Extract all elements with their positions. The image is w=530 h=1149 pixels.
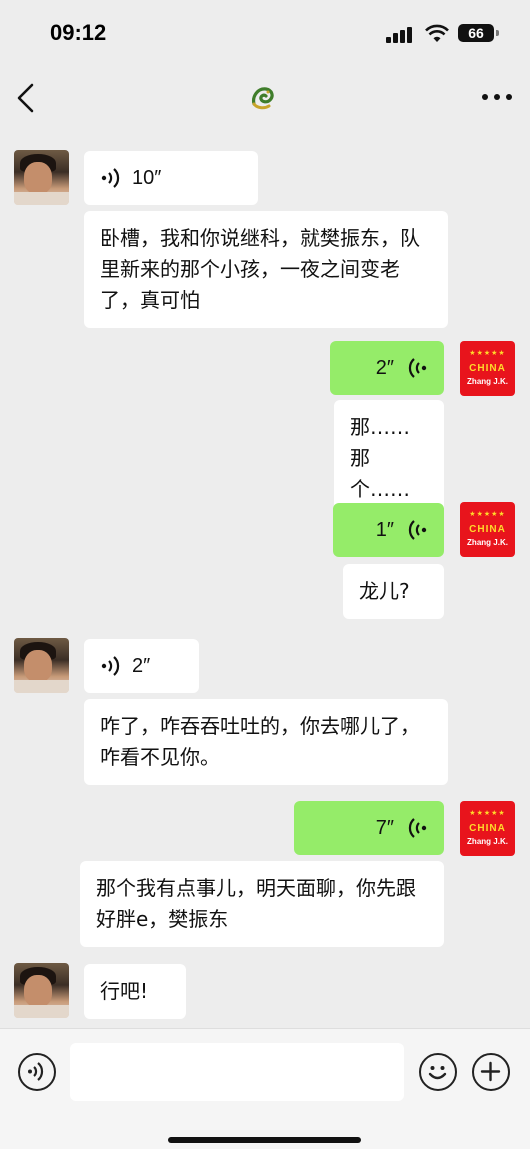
voice-wave-icon bbox=[101, 168, 120, 188]
voice-message[interactable]: 2″ bbox=[330, 341, 444, 395]
smiley-icon bbox=[428, 1066, 447, 1080]
voice-message[interactable]: 7″ bbox=[294, 801, 444, 855]
cellular-signal-icon bbox=[386, 27, 412, 43]
emoji-button[interactable] bbox=[419, 1053, 457, 1091]
text-message[interactable]: 那…… 那个…… bbox=[334, 400, 444, 517]
text-message[interactable]: 卧槽，我和你说继科，就樊振东，队里新来的那个小孩，一夜之间变老了，真可怕 bbox=[84, 211, 448, 328]
voice-duration: 10″ bbox=[132, 166, 162, 189]
message-input[interactable] bbox=[70, 1043, 404, 1101]
self-avatar[interactable]: ★★★★★ CHINA Zhang J.K. bbox=[460, 502, 515, 557]
ellipsis-icon[interactable] bbox=[480, 90, 514, 104]
text-message[interactable]: 行吧! bbox=[84, 964, 186, 1019]
wifi-icon bbox=[425, 24, 449, 42]
contact-avatar[interactable] bbox=[14, 638, 69, 693]
voice-duration: 2″ bbox=[375, 356, 394, 379]
voice-wave-icon bbox=[408, 358, 427, 378]
voice-wave-icon bbox=[28, 1062, 44, 1081]
voice-wave-icon bbox=[408, 520, 427, 540]
voice-message[interactable]: 10″ bbox=[84, 151, 258, 205]
input-bar bbox=[0, 1028, 530, 1149]
contact-avatar[interactable] bbox=[14, 150, 69, 205]
voice-duration: 1″ bbox=[375, 518, 394, 541]
contact-avatar[interactable] bbox=[14, 963, 69, 1018]
text-message[interactable]: 龙儿? bbox=[343, 564, 444, 619]
voice-wave-icon bbox=[101, 656, 120, 676]
chat-header bbox=[0, 66, 530, 128]
voice-duration: 7″ bbox=[375, 816, 394, 839]
voice-duration: 2″ bbox=[132, 654, 151, 677]
home-indicator[interactable] bbox=[168, 1137, 361, 1143]
status-bar: 09:12 66 bbox=[0, 0, 530, 66]
dragon-icon bbox=[252, 87, 274, 110]
voice-message[interactable]: 2″ bbox=[84, 639, 199, 693]
chevron-left-icon[interactable] bbox=[14, 82, 38, 114]
voice-wave-icon bbox=[408, 818, 427, 838]
text-message[interactable]: 那个我有点事儿，明天面聊，你先跟好胖e，樊振东 bbox=[80, 861, 444, 947]
self-avatar[interactable]: ★★★★★ CHINA Zhang J.K. bbox=[460, 341, 515, 396]
battery-tip bbox=[496, 30, 499, 36]
more-functions-button[interactable] bbox=[472, 1053, 510, 1091]
text-message[interactable]: 咋了，咋吞吞吐吐的，你去哪儿了，咋看不见你。 bbox=[84, 699, 448, 785]
voice-input-toggle[interactable] bbox=[18, 1053, 56, 1091]
self-avatar[interactable]: ★★★★★ CHINA Zhang J.K. bbox=[460, 801, 515, 856]
voice-message[interactable]: 1″ bbox=[333, 503, 444, 557]
status-time: 09:12 bbox=[50, 20, 107, 45]
battery-indicator: 66 bbox=[458, 24, 494, 42]
plus-icon bbox=[480, 1061, 501, 1082]
